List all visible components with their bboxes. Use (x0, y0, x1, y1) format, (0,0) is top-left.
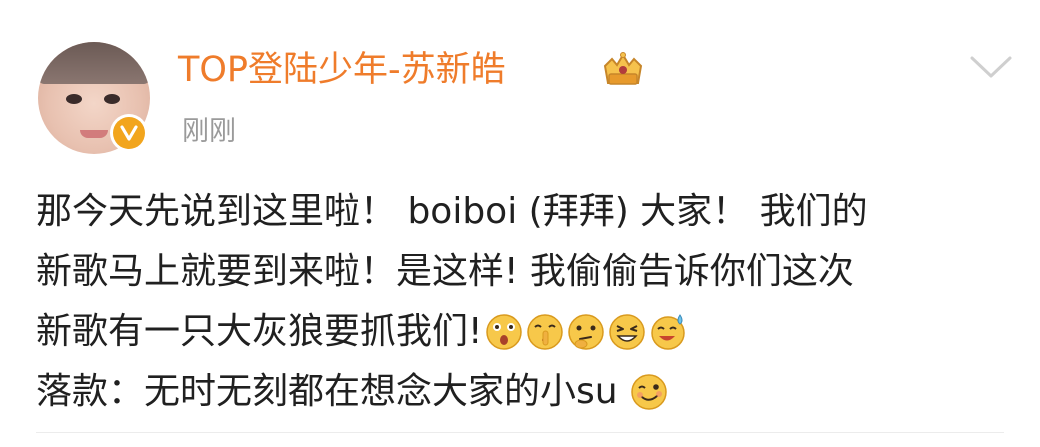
crown-badge-icon (603, 52, 643, 85)
post-text-line: 落款：无时无刻都在想念大家的小su (36, 371, 618, 412)
chevron-down-icon[interactable] (968, 52, 1014, 82)
divider (36, 432, 1004, 433)
post-content: 那今天先说到这里啦！ boiboi (拜拜) 大家！ 我们的 新歌马上就要到来啦… (36, 182, 1026, 422)
sweat-laugh-emoji-icon (651, 314, 686, 350)
post-line-1: 那今天先说到这里啦！ boiboi (拜拜) 大家！ 我们的 (36, 182, 1026, 242)
post-text-line: 新歌马上就要到来啦！是这样! 我偷偷告诉你们这次 (36, 251, 854, 292)
shocked-emoji-icon (486, 314, 523, 350)
post-timestamp: 刚刚 (182, 116, 236, 147)
post-text-line: 新歌有一只大灰狼要抓我们! (36, 311, 483, 352)
weibo-post: TOP登陆少年-苏新皓 刚刚 那今天先说到这里啦！ boiboi (拜拜) 大家… (0, 0, 1040, 447)
post-line-4: 落款：无时无刻都在想念大家的小su (36, 362, 1026, 422)
avatar-container[interactable] (38, 42, 154, 158)
post-line-3: 新歌有一只大灰狼要抓我们! (36, 302, 1026, 362)
post-line-2: 新歌马上就要到来啦！是这样! 我偷偷告诉你们这次 (36, 242, 1026, 302)
verified-badge-icon (110, 114, 148, 152)
shush-emoji-icon (527, 314, 564, 350)
wink-emoji-icon (630, 374, 667, 410)
username[interactable]: TOP登陆少年-苏新皓 (178, 44, 506, 96)
thinking-emoji-icon (568, 314, 605, 350)
grin-emoji-icon (609, 314, 646, 350)
post-text-line: 那今天先说到这里啦！ boiboi (拜拜) 大家！ 我们的 (36, 191, 868, 232)
